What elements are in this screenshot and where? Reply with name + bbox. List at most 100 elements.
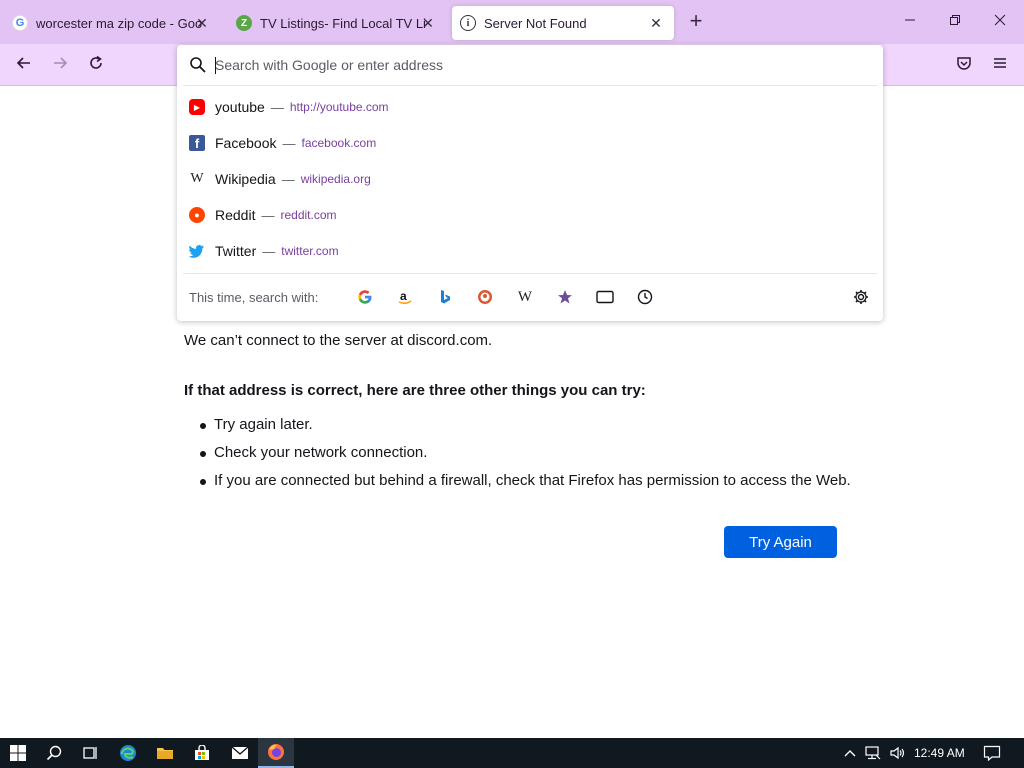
divider: [183, 85, 877, 86]
search-icon: [46, 745, 62, 761]
notifications-button[interactable]: [980, 738, 1004, 768]
wikipedia-icon: W: [190, 171, 204, 186]
suggestion-label: Twitter: [215, 243, 257, 259]
store-bag-icon: [195, 745, 209, 760]
network-button[interactable]: [862, 738, 884, 768]
tab-server-not-found[interactable]: i Server Not Found ✕: [452, 6, 674, 40]
suggestion-url: reddit.com: [280, 208, 337, 222]
zap2it-favicon-icon: Z: [236, 15, 252, 31]
suggestion-label: Facebook: [215, 135, 277, 151]
action-center-icon: [983, 745, 1001, 761]
tabs-icon[interactable]: [585, 283, 625, 311]
twitter-icon: [189, 243, 205, 259]
separator-dash: —: [262, 243, 276, 259]
urlbar[interactable]: [177, 45, 883, 85]
start-button[interactable]: [0, 738, 36, 768]
close-tab-icon[interactable]: ✕: [420, 15, 436, 31]
minimize-icon: [905, 19, 915, 21]
close-icon: [994, 14, 1006, 26]
app-menu-button[interactable]: [987, 52, 1013, 78]
forward-button[interactable]: [47, 52, 73, 78]
error-tips-list: Try again later. Check your network conn…: [200, 414, 851, 498]
mail-button[interactable]: [222, 738, 258, 768]
try-again-button[interactable]: Try Again: [724, 526, 837, 558]
divider: [183, 273, 877, 274]
suggestion-youtube[interactable]: ▶ youtube — http://youtube.com: [177, 89, 883, 125]
reload-icon: [90, 55, 102, 69]
one-off-search-bar: This time, search with: a W: [177, 281, 883, 313]
suggestion-url: twitter.com: [281, 244, 339, 258]
amazon-icon[interactable]: a: [385, 283, 425, 311]
taskbar-clock[interactable]: 12:49 AM: [914, 738, 965, 768]
one-off-label: This time, search with:: [189, 289, 319, 305]
tab-title: worcester ma zip code - Google Search: [36, 15, 202, 31]
separator-dash: —: [282, 135, 296, 151]
error-lead-text: We can’t connect to the server at discor…: [184, 332, 493, 349]
suggestion-url: http://youtube.com: [289, 100, 389, 114]
error-subhead: If that address is correct, here are thr…: [184, 382, 646, 399]
folder-icon: [157, 748, 173, 759]
history-icon[interactable]: [625, 283, 665, 311]
file-explorer-button[interactable]: [147, 738, 183, 768]
tab-google-search[interactable]: G worcester ma zip code - Google Search …: [4, 6, 220, 40]
hamburger-menu-icon: [994, 58, 1006, 68]
close-tab-icon[interactable]: ✕: [194, 15, 210, 31]
taskbar-search-button[interactable]: [36, 738, 72, 768]
separator-dash: —: [261, 207, 275, 223]
suggestion-twitter[interactable]: Twitter — twitter.com: [177, 233, 883, 269]
separator-dash: —: [270, 99, 284, 115]
tab-title: Server Not Found: [484, 15, 587, 31]
suggestion-label: Reddit: [215, 207, 256, 223]
windows-logo-icon: [10, 745, 26, 761]
restore-button[interactable]: [941, 8, 969, 36]
edge-icon: [120, 745, 136, 761]
volume-icon[interactable]: [887, 738, 909, 768]
text-caret: [215, 57, 216, 74]
bookmarks-icon[interactable]: [545, 283, 585, 311]
task-view-icon: [83, 747, 97, 759]
tab-tv-listings[interactable]: Z TV Listings- Find Local TV Listings ✕: [228, 6, 446, 40]
suggestion-label: youtube: [215, 99, 265, 115]
minimize-button[interactable]: [896, 8, 924, 36]
close-window-button[interactable]: [986, 8, 1014, 36]
pocket-icon: [957, 57, 971, 70]
google-icon[interactable]: [345, 283, 385, 311]
search-icon: [189, 56, 207, 74]
google-favicon-icon: G: [12, 15, 28, 31]
duckduckgo-icon[interactable]: [465, 283, 505, 311]
wikipedia-icon[interactable]: W: [505, 283, 545, 311]
suggestion-wikipedia[interactable]: W Wikipedia — wikipedia.org: [177, 161, 883, 197]
reload-button[interactable]: [83, 52, 109, 78]
pocket-button[interactable]: [951, 52, 977, 78]
bing-icon[interactable]: [425, 283, 465, 311]
firefox-icon: [268, 744, 284, 760]
suggestion-reddit[interactable]: ● Reddit — reddit.com: [177, 197, 883, 233]
edge-taskbar-button[interactable]: [110, 738, 146, 768]
urlbar-input[interactable]: [215, 57, 855, 73]
reddit-icon: ●: [189, 207, 205, 223]
task-view-button[interactable]: [72, 738, 108, 768]
facebook-icon: f: [189, 135, 205, 151]
close-tab-icon[interactable]: ✕: [648, 15, 664, 31]
firefox-taskbar-button[interactable]: [258, 738, 294, 768]
back-arrow-icon: [16, 57, 30, 69]
back-button[interactable]: [11, 52, 37, 78]
suggestion-facebook[interactable]: f Facebook — facebook.com: [177, 125, 883, 161]
restore-icon: [950, 15, 960, 25]
gear-icon: [854, 290, 868, 304]
suggestion-url: facebook.com: [301, 136, 377, 150]
suggestion-url: wikipedia.org: [300, 172, 371, 186]
info-icon: i: [460, 15, 476, 31]
urlbar-dropdown: ▶ youtube — http://youtube.com f Faceboo…: [177, 45, 883, 321]
search-settings-button[interactable]: [849, 285, 873, 309]
windows-taskbar: 12:49 AM: [0, 738, 1024, 768]
mail-icon: [231, 746, 249, 759]
tab-title: TV Listings- Find Local TV Listings: [260, 15, 426, 31]
store-button[interactable]: [184, 738, 220, 768]
youtube-icon: ▶: [189, 99, 205, 115]
show-hidden-icons-button[interactable]: [840, 738, 860, 768]
list-item: Try again later.: [200, 414, 851, 442]
network-icon: [865, 746, 881, 760]
new-tab-button[interactable]: +: [684, 10, 708, 34]
tab-strip: G worcester ma zip code - Google Search …: [0, 0, 1024, 44]
